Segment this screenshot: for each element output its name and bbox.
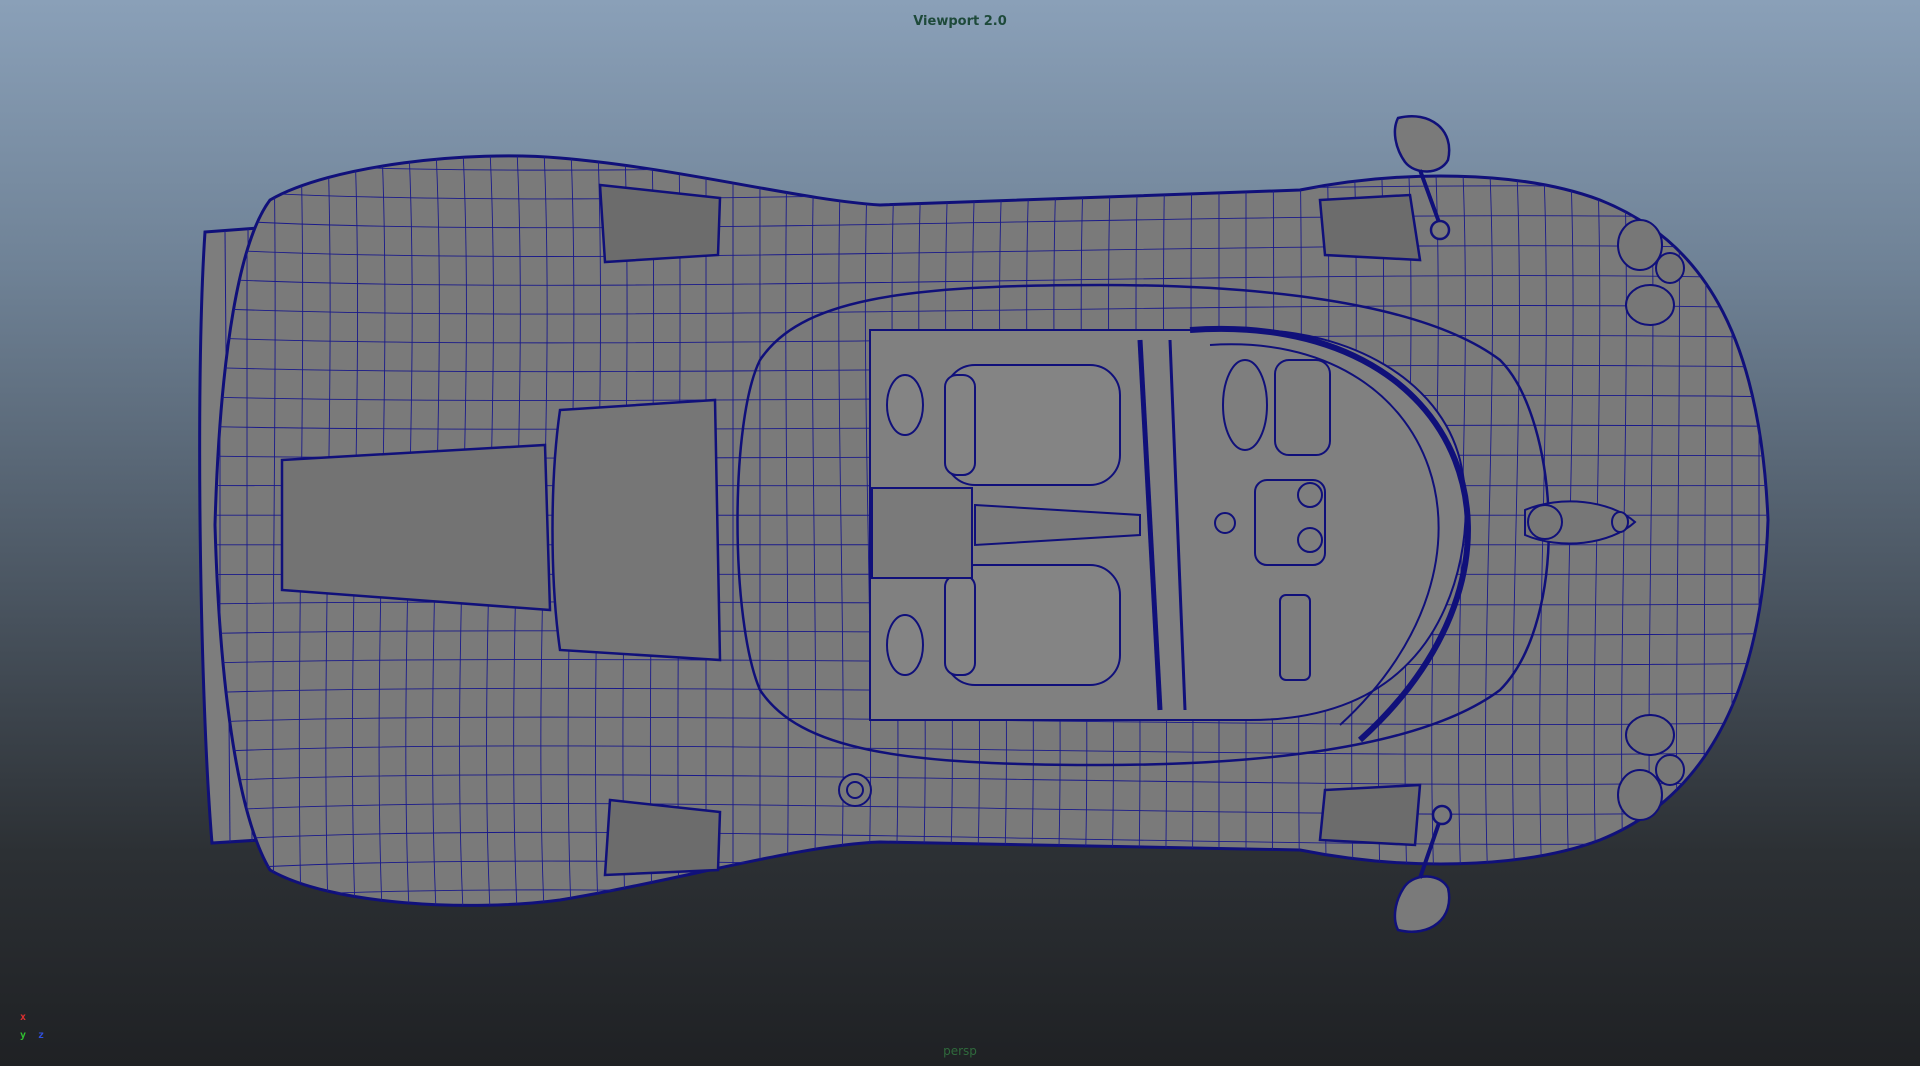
viewport-panel[interactable]: Viewport 2.0 x y z persp: [0, 0, 1920, 1066]
axis-z-label: z: [38, 1030, 45, 1041]
axis-x-label: x: [20, 1012, 27, 1023]
car-wireframe-model[interactable]: [0, 0, 1920, 1066]
axis-y-label: y: [20, 1030, 27, 1041]
camera-label: persp: [943, 1044, 977, 1058]
axis-gizmo: x y z: [18, 1010, 58, 1046]
